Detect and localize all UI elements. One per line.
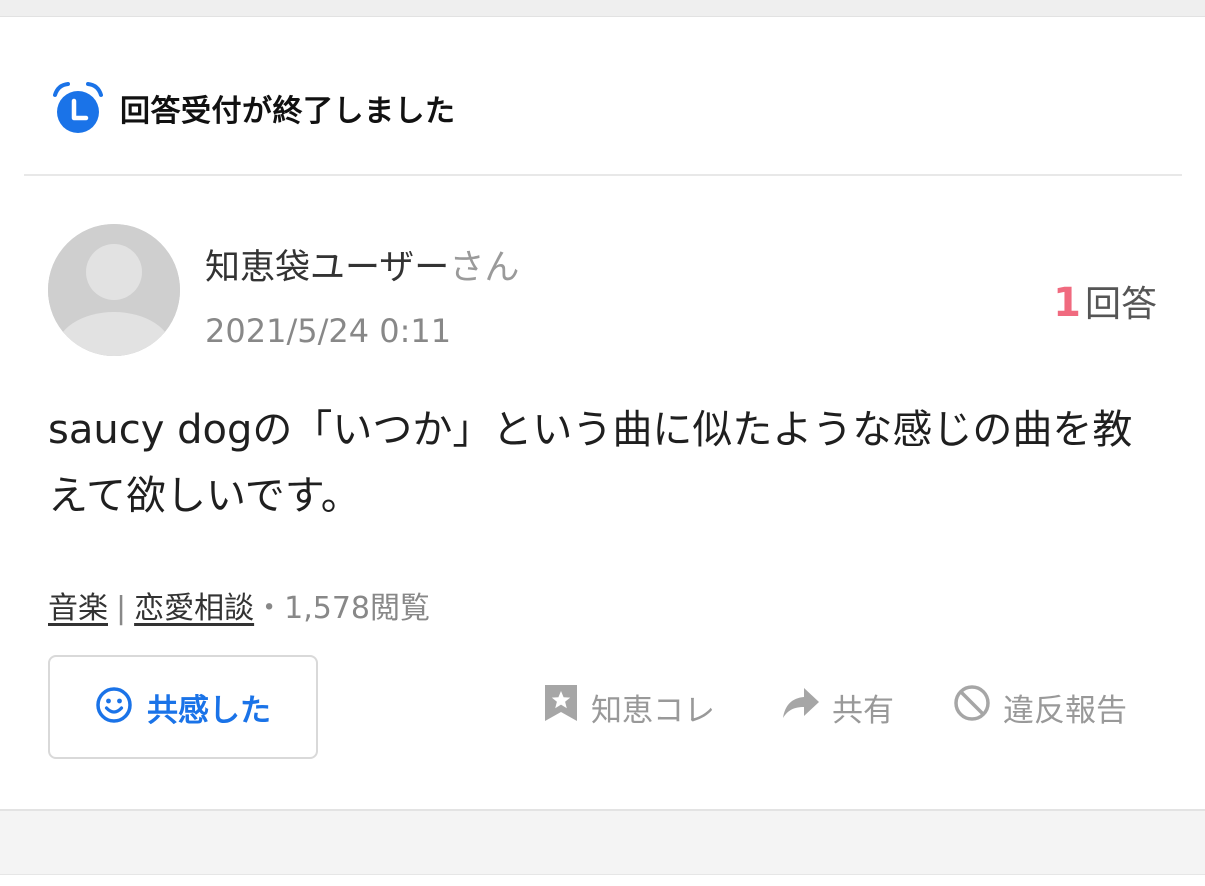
category-link-music[interactable]: 音楽 — [48, 591, 108, 626]
answer-closed-notice: 回答受付が終了しました — [52, 81, 456, 135]
share-button[interactable]: 共有 — [782, 683, 894, 731]
post-date: 2021/5/24 0:11 — [205, 312, 452, 350]
empathy-button[interactable]: 共感した — [48, 655, 318, 759]
next-card-edge — [0, 874, 1205, 886]
answer-count[interactable]: 1 回答 — [1053, 275, 1157, 327]
category-separator: | — [116, 591, 127, 626]
user-name-suffix: さん — [449, 248, 520, 288]
page: 回答受付が終了しました 知恵袋ユーザーさん 2021/5/24 0:11 1 回答… — [0, 0, 1205, 886]
share-arrow-icon — [782, 686, 820, 728]
report-label: 違反報告 — [1003, 692, 1127, 729]
view-count: ・1,578閲覧 — [254, 591, 430, 626]
report-button[interactable]: 違反報告 — [953, 683, 1127, 731]
answer-closed-text: 回答受付が終了しました — [120, 94, 456, 129]
bookmark-star-icon — [543, 683, 579, 731]
alarm-clock-icon — [52, 81, 104, 135]
empathy-button-label: 共感した — [147, 692, 271, 729]
category-link-love-advice[interactable]: 恋愛相談 — [134, 591, 254, 626]
user-name-text[interactable]: 知恵袋ユーザー — [205, 248, 449, 288]
question-card: 回答受付が終了しました 知恵袋ユーザーさん 2021/5/24 0:11 1 回答… — [0, 17, 1205, 811]
question-meta: 音楽 | 恋愛相談・1,578閲覧 — [48, 583, 430, 627]
answer-count-label: 回答 — [1084, 284, 1157, 325]
top-separator-strip — [0, 0, 1205, 17]
chiebukuro-collection-button[interactable]: 知恵コレ — [543, 683, 715, 731]
header-divider — [24, 174, 1182, 176]
question-text: saucy dogの「いつか」という曲に似たような感じの曲を教えて欲しいです。 — [48, 407, 1133, 519]
chiebukuro-collection-label: 知恵コレ — [591, 692, 715, 729]
answer-count-number: 1 — [1053, 280, 1081, 326]
default-avatar-icon[interactable] — [48, 224, 180, 356]
smile-icon — [95, 686, 133, 728]
share-label: 共有 — [832, 692, 894, 729]
prohibited-icon — [953, 684, 991, 730]
user-name[interactable]: 知恵袋ユーザーさん — [205, 239, 519, 290]
